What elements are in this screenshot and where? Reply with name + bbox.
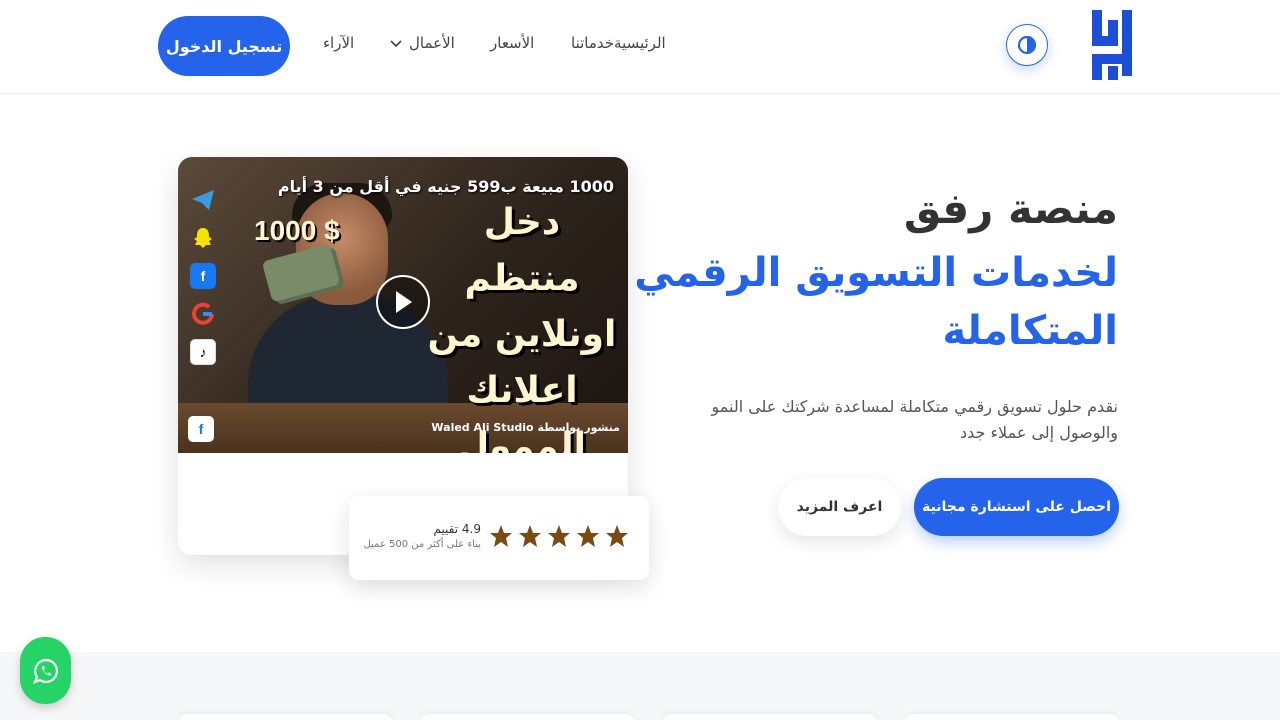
telegram-icon bbox=[190, 187, 216, 213]
star-icon bbox=[548, 525, 570, 547]
rating-value: 4.9 تقييم bbox=[433, 522, 481, 536]
rating-stars bbox=[489, 524, 629, 548]
star-icon bbox=[490, 525, 512, 547]
card-stub bbox=[178, 714, 393, 720]
snapchat-icon bbox=[190, 225, 216, 251]
chevron-down-icon bbox=[390, 40, 402, 48]
theme-toggle-button[interactable] bbox=[1006, 24, 1048, 66]
social-icons: f ♪ bbox=[188, 187, 216, 365]
nav-home[interactable]: الرئيسية bbox=[614, 34, 666, 52]
star-icon bbox=[577, 525, 599, 547]
video-credit: منشور بواسطة Waled Ali Studio bbox=[431, 421, 620, 434]
nav-services[interactable]: خدماتنا bbox=[571, 34, 614, 52]
play-icon bbox=[396, 291, 412, 313]
facebook-badge-icon: f bbox=[188, 416, 214, 442]
nav-reviews[interactable]: الآراء bbox=[323, 34, 354, 52]
hero-title: منصة رفق bbox=[903, 184, 1118, 233]
video-overlay-text: دخل منتظم اونلاين من اعلانك الممول bbox=[427, 202, 617, 453]
card-stub bbox=[662, 714, 877, 720]
rating-text: 4.9 تقييم بناء على أكثر من 500 عميل bbox=[363, 522, 481, 550]
rating-note: بناء على أكثر من 500 عميل bbox=[363, 539, 481, 550]
rating-card: 4.9 تقييم بناء على أكثر من 500 عميل bbox=[349, 496, 649, 580]
star-icon bbox=[606, 525, 628, 547]
tiktok-icon: ♪ bbox=[190, 339, 216, 365]
logo[interactable] bbox=[1090, 6, 1138, 80]
play-button[interactable] bbox=[376, 275, 430, 329]
nav-works[interactable]: الأعمال bbox=[389, 34, 455, 52]
next-section bbox=[0, 652, 1280, 720]
facebook-icon: f bbox=[190, 263, 216, 289]
whatsapp-button[interactable] bbox=[20, 637, 71, 704]
whatsapp-icon bbox=[32, 658, 58, 684]
google-icon bbox=[190, 301, 216, 327]
video-money-text: $ 1000 bbox=[254, 215, 340, 246]
contrast-icon bbox=[1017, 35, 1037, 55]
nav-home-services[interactable]: الرئيسيةخدماتنا bbox=[571, 34, 666, 52]
login-button[interactable]: تسجيل الدخول bbox=[158, 16, 290, 76]
nav-works-label: الأعمال bbox=[409, 34, 455, 52]
video-headline: 1000 مبيعة ب599 جنيه في أقل من 3 أيام bbox=[277, 177, 614, 196]
card-stub bbox=[420, 714, 635, 720]
hero-description: نقدم حلول تسويق رقمي متكاملة لمساعدة شرك… bbox=[711, 397, 1118, 442]
hero-subtitle: لخدمات التسويق الرقمي المتكاملة bbox=[634, 250, 1118, 354]
card-stub bbox=[904, 714, 1119, 720]
nav-pricing[interactable]: الأسعار bbox=[490, 34, 534, 52]
star-icon bbox=[519, 525, 541, 547]
site-header: الرئيسيةخدماتنا الأسعار الأعمال الآراء ت… bbox=[0, 0, 1280, 94]
video-thumbnail[interactable]: f ♪ f 1000 مبيعة ب599 جنيه في أقل من 3 أ… bbox=[178, 157, 628, 453]
learn-more-button[interactable]: اعرف المزيد bbox=[778, 478, 901, 536]
free-consultation-button[interactable]: احصل على استشارة مجانية bbox=[914, 478, 1119, 536]
